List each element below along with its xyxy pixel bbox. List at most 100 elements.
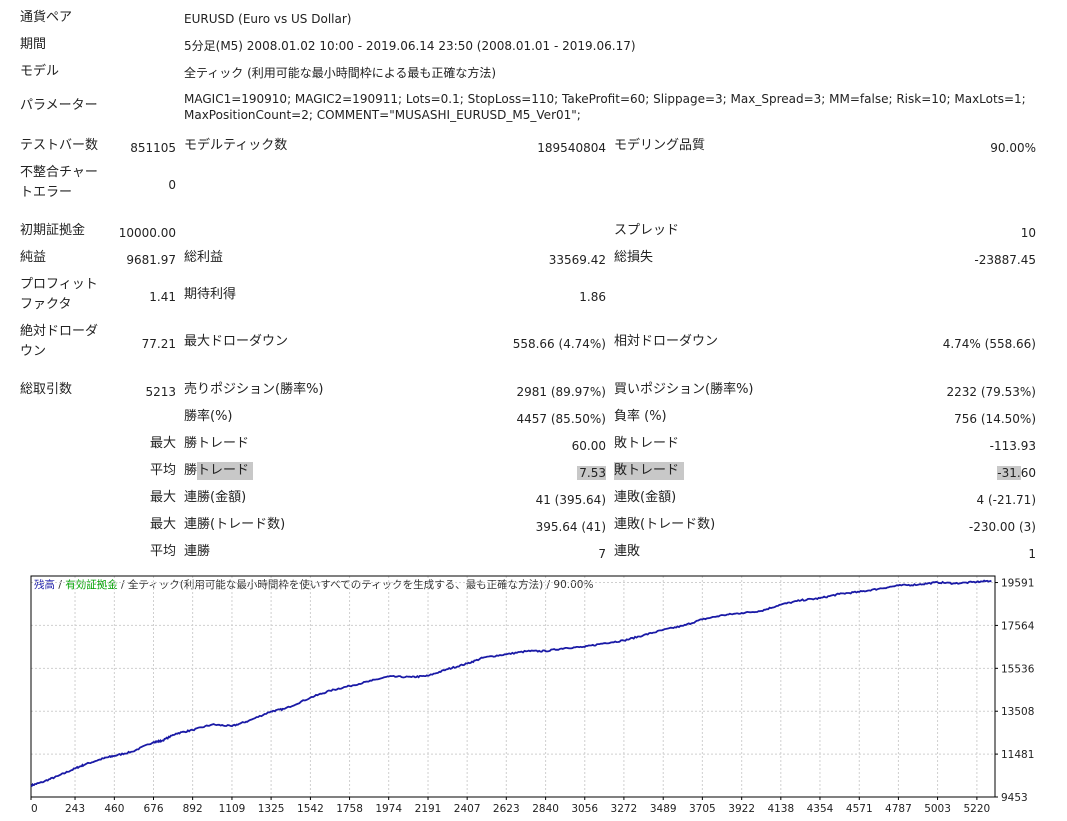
avg-win-prefix: 勝 (184, 463, 198, 478)
x-tick-label: 1974 (375, 803, 402, 815)
x-tick-label: 892 (183, 803, 203, 815)
net-label: 純益 (20, 250, 47, 265)
pair-label: 通貨ペア (20, 10, 73, 25)
long-value: 2232 (79.53%) (946, 385, 1036, 399)
x-tick-label: 1325 (258, 803, 285, 815)
x-tick-label: 2840 (532, 803, 559, 815)
x-tick-label: 5220 (964, 803, 991, 815)
avg-label-1: 平均 (149, 463, 176, 478)
balance-chart: 残高 / 有効証拠金 / 全ティック(利用可能な最小時間枠を使いすべてのティック… (30, 575, 1035, 815)
legend-equity: 有効証拠金 (65, 578, 118, 591)
abs-dd-value: 77.21 (141, 337, 176, 351)
x-tick-label: 2191 (415, 803, 442, 815)
pf-value: 1.41 (149, 290, 176, 304)
gross-profit-label: 総利益 (184, 250, 224, 265)
params-label: パラメーター (20, 98, 98, 113)
max-dd-value: 558.66 (4.74%) (512, 337, 606, 351)
avg-consec-wins-label: 連勝 (184, 544, 211, 559)
avg-consec-losses-label: 連敗 (614, 544, 641, 559)
gross-loss-label: 総損失 (614, 250, 654, 265)
deposit-value: 10000.00 (118, 226, 176, 240)
x-axis-ticks: 0 243 460 676 892 1109 1325 1542 1758 1974 2191 240… (30, 797, 991, 815)
consec-losses-amount-value: 4 (-21.71) (976, 493, 1037, 507)
x-tick-label: 1542 (297, 803, 324, 815)
y-tick-label: 19591 (1001, 578, 1034, 590)
params-line-2: MaxPositionCount=2; COMMENT="MUSASHI_EUR… (184, 108, 581, 122)
avg-loss-highlight: 敗トレード (614, 462, 684, 480)
consec-wins-amount-label: 連勝(金額) (184, 490, 247, 505)
x-tick-label: 1109 (219, 803, 246, 815)
consec-wins-count-value: 395.64 (41) (535, 520, 606, 534)
trades-label: 総取引数 (20, 382, 73, 397)
x-tick-label: 4354 (807, 803, 834, 815)
avg-label-2: 平均 (149, 544, 176, 559)
largest-loss-label: 敗トレード (614, 436, 680, 451)
chart-legend: 残高 / 有効証拠金 / 全ティック(利用可能な最小時間枠を使いすべてのティック… (34, 578, 593, 591)
legend-balance: 残高 (34, 578, 55, 591)
x-tick-label: 460 (104, 803, 124, 815)
max-label-2: 最大 (149, 490, 176, 505)
x-tick-label: 3056 (571, 803, 598, 815)
period-label: 期間 (20, 37, 47, 52)
pair-value: EURUSD (Euro vs US Dollar) (184, 12, 352, 26)
x-tick-label: 3272 (611, 803, 638, 815)
y-tick-label: 11481 (1001, 749, 1034, 761)
deposit-label: 初期証拠金 (20, 223, 86, 238)
x-tick-label: 4571 (846, 803, 873, 815)
long-label: 買いポジション(勝率%) (614, 382, 754, 397)
y-tick-label: 15536 (1001, 663, 1035, 675)
max-label-1: 最大 (149, 436, 176, 451)
net-value: 9681.97 (126, 253, 176, 267)
x-tick-label: 2623 (493, 803, 520, 815)
model-label: モデル (20, 64, 60, 79)
win-rate-value: 4457 (85.50%) (516, 412, 606, 426)
y-axis-ticks: 9453 11481 13508 15536 17564 19591 (995, 578, 1035, 804)
x-tick-label: 1758 (336, 803, 363, 815)
mismatch-label-1: 不整合チャー (20, 165, 98, 180)
trades-value: 5213 (145, 385, 176, 399)
max-label-3: 最大 (149, 517, 176, 532)
consec-losses-amount-label: 連敗(金額) (614, 490, 677, 505)
x-tick-label: 4787 (885, 803, 912, 815)
y-tick-label: 9453 (1001, 792, 1028, 804)
y-tick-label: 17564 (1001, 620, 1035, 632)
expected-label: 期待利得 (184, 287, 237, 302)
expected-value: 1.86 (579, 290, 606, 304)
ticks-label: モデルティック数 (184, 138, 288, 153)
abs-dd-label-2: ウン (20, 344, 47, 359)
avg-win-value-text: 7.53 (577, 466, 606, 480)
largest-win-value: 60.00 (571, 439, 606, 453)
gross-profit-value: 33569.42 (548, 253, 606, 267)
avg-loss-label: 敗トレード (614, 462, 684, 480)
pf-label-1: プロフィット (20, 277, 98, 292)
bars-label: テストバー数 (20, 138, 99, 153)
bars-value: 851105 (130, 141, 176, 155)
x-tick-label: 2407 (454, 803, 481, 815)
loss-rate-label: 負率 (%) (614, 409, 667, 424)
short-value: 2981 (89.97%) (516, 385, 606, 399)
balance-series-line (30, 579, 992, 788)
x-tick-label: 3922 (728, 803, 755, 815)
win-rate-label: 勝率(%) (184, 409, 233, 424)
short-label: 売りポジション(勝率%) (184, 382, 324, 397)
y-tick-label: 13508 (1001, 706, 1034, 718)
x-tick-label: 243 (65, 803, 85, 815)
legend-description: / 全ティック(利用可能な最小時間枠を使いすべてのティックを生成する、最も正確な… (118, 578, 594, 591)
avg-loss-value-hl: -31. (997, 466, 1021, 480)
spread-label: スプレッド (614, 223, 680, 238)
x-tick-label: 3705 (689, 803, 716, 815)
avg-consec-losses-value: 1 (1028, 547, 1036, 561)
period-value: 5分足(M5) 2008.01.02 10:00 - 2019.06.14 23… (184, 39, 636, 53)
avg-win-label: 勝トレード (184, 462, 254, 480)
ticks-value: 189540804 (537, 141, 606, 155)
largest-loss-value: -113.93 (989, 439, 1036, 453)
quality-value: 90.00% (990, 141, 1036, 155)
loss-rate-value: 756 (14.50%) (954, 412, 1036, 426)
avg-consec-wins-value: 7 (598, 547, 606, 561)
rel-dd-value: 4.74% (558.66) (942, 337, 1036, 351)
legend-separator: / (55, 579, 65, 591)
pf-label-2: ファクタ (20, 297, 72, 312)
model-value: 全ティック (利用可能な最小時間枠による最も正確な方法) (184, 66, 497, 80)
quality-label: モデリング品質 (614, 138, 706, 153)
x-tick-label: 4138 (767, 803, 794, 815)
